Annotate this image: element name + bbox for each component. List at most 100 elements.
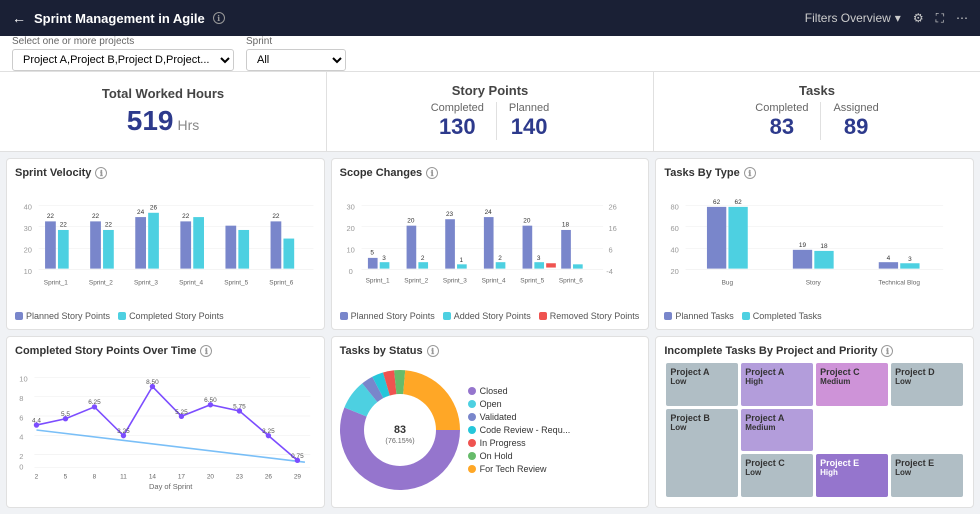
svg-text:17: 17 <box>178 473 186 480</box>
svg-text:Story: Story <box>806 280 822 287</box>
svg-text:4.4: 4.4 <box>32 417 41 424</box>
svg-text:83: 83 <box>394 424 406 436</box>
treemap-cell: Project E High <box>816 454 888 497</box>
scope-changes-title: Scope Changes ℹ <box>340 167 641 179</box>
kpi-hours-unit: Hrs <box>177 117 199 133</box>
treemap-cell: Project A Low <box>666 363 738 406</box>
completed-story-points-title: Completed Story Points Over Time ℹ <box>15 345 316 357</box>
svg-text:0: 0 <box>348 267 352 276</box>
svg-text:14: 14 <box>149 473 157 480</box>
svg-text:Sprint_3: Sprint_3 <box>134 280 158 287</box>
kpi-story-split: Completed 130 Planned 140 <box>419 102 562 140</box>
svg-text:Sprint_4: Sprint_4 <box>481 278 505 285</box>
svg-text:18: 18 <box>562 222 570 229</box>
treemap-cell: Project D Low <box>891 363 963 406</box>
kpi-story-planned: Planned 140 <box>497 102 561 140</box>
svg-text:40: 40 <box>24 203 32 212</box>
svg-text:3.25: 3.25 <box>117 428 130 435</box>
kpi-hours-title: Total Worked Hours <box>102 86 224 101</box>
svg-text:40: 40 <box>671 246 679 255</box>
tasks-status-chart: 83 (76.15%) Closed Open Validated Code R… <box>340 361 641 499</box>
completed-story-points-chart: 10 8 6 4 2 0 <box>15 361 316 499</box>
svg-text:10: 10 <box>19 375 27 384</box>
svg-text:0: 0 <box>19 463 23 472</box>
completed-story-points-info[interactable]: ℹ <box>200 345 212 357</box>
svg-text:22: 22 <box>182 213 190 220</box>
svg-text:23: 23 <box>236 473 244 480</box>
incomplete-tasks-info[interactable]: ℹ <box>881 345 893 357</box>
header: ← Sprint Management in Agile ℹ Filters O… <box>0 0 980 36</box>
treemap-cell: Project C Low <box>741 454 813 497</box>
filters-row: Select one or more projects Project A,Pr… <box>0 36 980 72</box>
tasks-by-type-info[interactable]: ℹ <box>744 167 756 179</box>
tasks-status-info[interactable]: ℹ <box>427 345 439 357</box>
kpi-hours-value: 519 <box>127 105 174 137</box>
svg-text:Sprint_3: Sprint_3 <box>443 278 467 285</box>
svg-text:Sprint_6: Sprint_6 <box>559 278 583 285</box>
svg-text:3: 3 <box>537 255 541 262</box>
back-icon[interactable]: ← <box>12 10 26 26</box>
sprint-filter-select[interactable]: All <box>246 49 346 71</box>
title-info-icon[interactable]: ℹ <box>213 12 225 24</box>
svg-text:Day of Sprint: Day of Sprint <box>149 482 193 491</box>
svg-text:80: 80 <box>671 203 679 212</box>
kpi-tasks: Tasks Completed 83 Assigned 89 <box>654 72 980 151</box>
svg-text:Sprint_4: Sprint_4 <box>179 280 203 287</box>
svg-text:2: 2 <box>19 452 23 461</box>
kpi-tasks-assigned: Assigned 89 <box>821 102 890 140</box>
svg-text:20: 20 <box>671 267 679 276</box>
sprint-filter-label: Sprint <box>246 36 346 47</box>
settings-icon[interactable]: ⚙ <box>913 11 924 25</box>
svg-text:24: 24 <box>484 209 492 216</box>
svg-text:(76.15%): (76.15%) <box>385 436 414 445</box>
svg-text:26: 26 <box>608 203 616 212</box>
svg-text:Sprint_2: Sprint_2 <box>89 280 113 287</box>
svg-text:22: 22 <box>60 222 68 229</box>
svg-text:Sprint_2: Sprint_2 <box>404 278 428 285</box>
kpi-story-completed: Completed 130 <box>419 102 497 140</box>
svg-text:3: 3 <box>382 255 386 262</box>
sprint-velocity-info[interactable]: ℹ <box>95 167 107 179</box>
scope-changes-info[interactable]: ℹ <box>426 167 438 179</box>
sprint-velocity-legend: Planned Story Points Completed Story Poi… <box>15 311 316 321</box>
svg-text:22: 22 <box>47 213 55 220</box>
svg-text:3: 3 <box>908 256 912 263</box>
more-icon[interactable]: ⋯ <box>956 11 968 25</box>
svg-text:4: 4 <box>887 255 891 262</box>
svg-text:20: 20 <box>207 473 215 480</box>
svg-text:62: 62 <box>713 199 721 206</box>
kpi-row: Total Worked Hours 519 Hrs Story Points … <box>0 72 980 152</box>
tasks-by-type-title: Tasks By Type ℹ <box>664 167 965 179</box>
treemap-cell: Project C Medium <box>816 363 888 406</box>
svg-text:22: 22 <box>272 213 280 220</box>
svg-text:Bug: Bug <box>722 280 734 287</box>
treemap-cell: Project E Low <box>891 454 963 497</box>
svg-text:6.50: 6.50 <box>204 397 217 404</box>
filters-overview-button[interactable]: Filters Overview ▾ <box>805 11 901 25</box>
svg-text:24: 24 <box>137 209 145 216</box>
sprint-velocity-card: Sprint Velocity ℹ 40 30 20 10 22 22 <box>6 158 325 330</box>
svg-text:-4: -4 <box>606 267 613 276</box>
kpi-tasks-completed: Completed 83 <box>743 102 821 140</box>
svg-text:6: 6 <box>608 246 612 255</box>
svg-text:22: 22 <box>92 213 100 220</box>
kpi-story-points: Story Points Completed 130 Planned 140 <box>327 72 654 151</box>
tasks-by-type-legend: Planned Tasks Completed Tasks <box>664 311 965 321</box>
treemap-cell: Project A High <box>741 363 813 406</box>
svg-text:8: 8 <box>19 394 23 403</box>
project-filter-select[interactable]: Project A,Project B,Project D,Project... <box>12 49 234 71</box>
svg-text:6: 6 <box>19 413 23 422</box>
svg-text:20: 20 <box>346 224 354 233</box>
svg-text:0.75: 0.75 <box>291 453 304 460</box>
header-left: ← Sprint Management in Agile ℹ <box>12 10 225 26</box>
sprint-velocity-chart: 40 30 20 10 22 22 22 22 <box>15 183 316 307</box>
svg-text:18: 18 <box>821 243 829 250</box>
svg-text:26: 26 <box>150 205 158 212</box>
svg-text:8: 8 <box>93 473 97 480</box>
scope-changes-legend: Planned Story Points Added Story Points … <box>340 311 641 321</box>
svg-text:5.25: 5.25 <box>175 409 188 416</box>
header-right: Filters Overview ▾ ⚙ ⛶ ⋯ <box>805 11 968 26</box>
incomplete-tasks-title: Incomplete Tasks By Project and Priority… <box>664 345 965 357</box>
svg-text:11: 11 <box>120 473 127 480</box>
expand-icon[interactable]: ⛶ <box>936 11 944 26</box>
